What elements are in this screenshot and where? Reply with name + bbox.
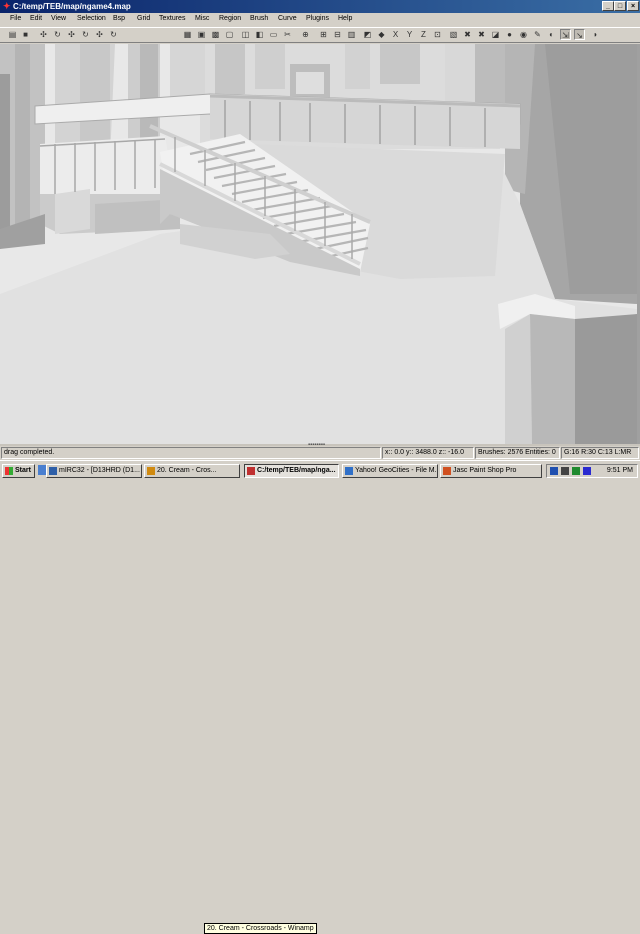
menu-bar: File Edit View Selection Bsp Grid Textur… (0, 13, 640, 26)
drag-vertex-icon[interactable]: ✖ (476, 29, 487, 40)
status-coords: x:: 0.0 y:: 3488.0 z:: -16.0 (382, 447, 474, 459)
menu-region[interactable]: Region (219, 15, 241, 22)
change-views-icon[interactable]: ⊕ (300, 29, 311, 40)
task-label: Jasc Paint Shop Pro (453, 467, 517, 474)
camera-viewport[interactable] (0, 44, 637, 444)
task-label: Yahoo! GeoCities - File M... (355, 467, 438, 474)
select-patch-icon[interactable]: ◐ (546, 29, 557, 40)
menu-misc[interactable]: Misc (195, 15, 209, 22)
status-grid: G:16 R:30 C:13 L:MR (561, 447, 639, 459)
menu-brush[interactable]: Brush (250, 15, 268, 22)
save-icon[interactable]: ■ (20, 29, 31, 40)
y-view-icon[interactable]: Y (404, 29, 415, 40)
hollow-icon[interactable]: ▭ (268, 29, 279, 40)
drag-edge-icon[interactable]: ✖ (462, 29, 473, 40)
taskbar-task[interactable]: mIRC32 - [D13HRD (D1... (46, 464, 142, 478)
status-message: drag completed. (1, 447, 381, 459)
windows-logo-icon (5, 467, 13, 475)
camera-move-icon[interactable]: ◆ (376, 29, 387, 40)
menu-bsp[interactable]: Bsp (113, 15, 125, 22)
task-label: mIRC32 - [D13HRD (D1... (59, 467, 140, 474)
texture-view-icon[interactable]: ▥ (346, 29, 357, 40)
texture-lock-icon[interactable]: ⊡ (432, 29, 443, 40)
menu-plugins[interactable]: Plugins (306, 15, 329, 22)
window-title: C:/temp/TEB/map/ngame4.map (13, 2, 131, 11)
rotate-y-icon[interactable]: ↻ (80, 29, 91, 40)
show-size-icon[interactable]: ↘ (574, 29, 585, 40)
status-bar: drag completed. x:: 0.0 y:: 3488.0 z:: -… (0, 446, 640, 460)
entity-icon[interactable]: ● (504, 29, 515, 40)
task-app-icon (247, 467, 255, 475)
title-bar[interactable]: ✦ C:/temp/TEB/map/ngame4.map _ □ × (0, 0, 640, 13)
level-3d-render (0, 44, 637, 444)
view-xy-icon[interactable]: ⊞ (318, 29, 329, 40)
plugin-icon[interactable]: ◗ (590, 29, 601, 40)
tray-app-icon[interactable] (572, 467, 580, 475)
start-button[interactable]: Start (2, 464, 35, 478)
taskbar: Start mIRC32 - [D13HRD (D1... 20. Cream -… (0, 460, 640, 934)
select-inside-icon[interactable]: ▢ (224, 29, 235, 40)
view-z-icon[interactable]: ⊟ (332, 29, 343, 40)
menu-edit[interactable]: Edit (30, 15, 42, 22)
close-button[interactable]: × (627, 1, 639, 11)
x-view-icon[interactable]: X (390, 29, 401, 40)
menu-file[interactable]: File (10, 15, 21, 22)
flip-y-icon[interactable]: ✣ (66, 29, 77, 40)
cubic-clip-icon[interactable]: ◩ (362, 29, 373, 40)
task-label: C:/temp/TEB/map/nga... (257, 467, 336, 474)
maximize-button[interactable]: □ (614, 1, 626, 11)
toolbar: ▤ ■ ✣ ↻ ✣ ↻ ✣ ↻ ▦ ▣ ▩ ▢ ◫ ◧ ▭ ✂ ⊕ ⊞ ⊟ ▥ ◩ ◆ X Y Z ⊡ ▧ ✖ ✖ ◪ ● ◉ ✎ ◐ ⇲ ↘ ◗ (0, 27, 640, 43)
select-complete-tall-icon[interactable]: ▦ (182, 29, 193, 40)
menu-view[interactable]: View (51, 15, 66, 22)
csg-merge-icon[interactable]: ◧ (254, 29, 265, 40)
taskbar-task[interactable]: Jasc Paint Shop Pro (440, 464, 542, 478)
z-view-icon[interactable]: Z (418, 29, 429, 40)
taskbar-task[interactable]: Yahoo! GeoCities - File M... (342, 464, 438, 478)
filter-icon[interactable]: ▧ (448, 29, 459, 40)
menu-grid[interactable]: Grid (137, 15, 150, 22)
clipper-icon[interactable]: ✂ (282, 29, 293, 40)
task-app-icon (49, 467, 57, 475)
status-counts: Brushes: 2576 Entities: 0 (475, 447, 560, 459)
clock[interactable]: 9:51 PM (607, 466, 633, 476)
scale-icon[interactable]: ◪ (490, 29, 501, 40)
app-icon: ✦ (3, 1, 11, 11)
select-partial-tall-icon[interactable]: ▩ (210, 29, 221, 40)
tray-volume-icon[interactable] (561, 467, 569, 475)
menu-help[interactable]: Help (338, 15, 352, 22)
rotate-z-icon[interactable]: ↻ (108, 29, 119, 40)
system-tray: 9:51 PM (546, 464, 638, 478)
task-app-icon (147, 467, 155, 475)
flip-z-icon[interactable]: ✣ (94, 29, 105, 40)
task-app-icon (443, 467, 451, 475)
task-label: 20. Cream - Cros... (157, 467, 217, 474)
csg-subtract-icon[interactable]: ◫ (240, 29, 251, 40)
flip-x-icon[interactable]: ✣ (38, 29, 49, 40)
light-icon[interactable]: ✎ (532, 29, 543, 40)
menu-textures[interactable]: Textures (159, 15, 185, 22)
patch-icon[interactable]: ◉ (518, 29, 529, 40)
lock-grid-icon[interactable]: ⇲ (560, 29, 571, 40)
rotate-x-icon[interactable]: ↻ (52, 29, 63, 40)
task-app-icon (345, 467, 353, 475)
menu-selection[interactable]: Selection (77, 15, 106, 22)
tray-task-icon[interactable] (583, 467, 591, 475)
select-touching-icon[interactable]: ▣ (196, 29, 207, 40)
tray-network-icon[interactable] (550, 467, 558, 475)
taskbar-task[interactable]: C:/temp/TEB/map/nga... (244, 464, 339, 478)
taskbar-tooltip: 20. Cream - Crossroads - Winamp (204, 923, 317, 934)
minimize-button[interactable]: _ (602, 1, 614, 11)
open-icon[interactable]: ▤ (7, 29, 18, 40)
menu-curve[interactable]: Curve (278, 15, 297, 22)
taskbar-task[interactable]: 20. Cream - Cros... (144, 464, 240, 478)
